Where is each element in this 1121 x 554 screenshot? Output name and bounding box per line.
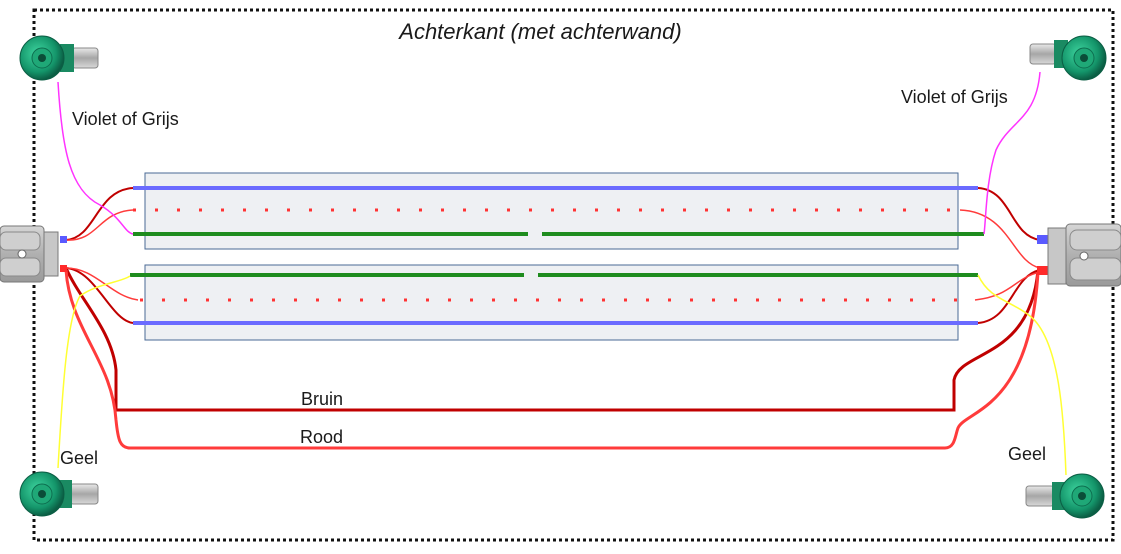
label-geel-right: Geel	[1008, 444, 1047, 464]
left-darkred-to-upper-blue	[65, 187, 134, 241]
label-bruin: Bruin	[301, 389, 344, 409]
right-red-to-upper-dots	[959, 209, 1041, 269]
wiring-diagram: Achterkant (met achterwand) Violet of Gr…	[0, 0, 1121, 549]
right-darkred-to-lower-blue	[977, 269, 1041, 324]
label-rood: Rood	[300, 427, 344, 447]
terminal-post-icon-bottom-right	[1025, 473, 1105, 519]
label-violet-left: Violet of Grijs	[72, 109, 179, 129]
diagram-canvas	[0, 8, 1121, 542]
label-violet-right: Violet of Grijs	[901, 87, 1008, 107]
label-geel-left: Geel	[60, 448, 99, 468]
connector-plug-icon-left	[0, 225, 67, 283]
terminal-post-icon-bottom-left	[19, 471, 99, 517]
connector-plug-icon-right	[1037, 223, 1121, 287]
diagram-title: Achterkant (met achterwand)	[399, 19, 682, 44]
